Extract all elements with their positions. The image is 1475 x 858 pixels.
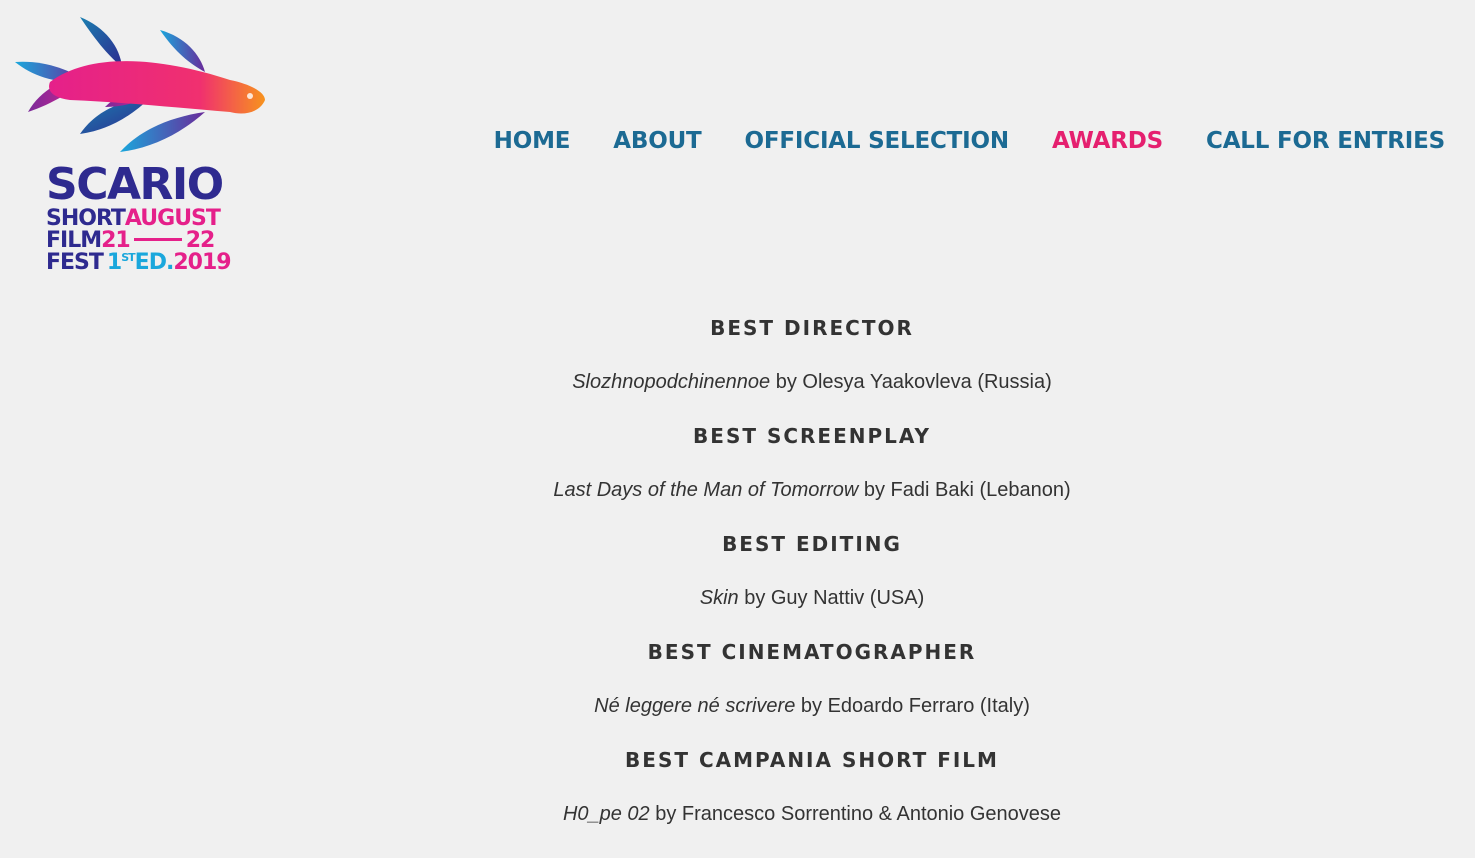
logo-dash [133,238,182,241]
award-category: BEST EDITING [722,532,902,556]
logo-edition-sup: ST [121,251,135,264]
page: SCARIO SHORT AUGUST FILM 21 22 FEST 1 ST… [0,0,1475,858]
award-category: BEST CINEMATOGRAPHER [647,640,977,664]
fish-logo-icon [15,17,265,152]
nav-about[interactable]: ABOUT [613,128,701,154]
logo-edition-num: 1 [106,250,122,275]
film-title: Né leggere né scrivere [594,695,796,717]
film-title: H0_pe 02 [562,803,650,825]
film-title: Skin [699,587,739,609]
award-best-screenplay: BEST SCREENPLAY Last Days of the Man of … [312,420,1312,528]
award-winner: Slozhnopodchinennoe by Olesya Yaakovleva… [312,344,1312,420]
awards-list: BEST DIRECTOR Slozhnopodchinennoe by Ole… [312,312,1312,852]
film-credit: by Guy Nattiv (USA) [738,587,925,609]
nav-awards[interactable]: AWARDS [1052,128,1163,154]
film-credit: by Edoardo Ferraro (Italy) [795,695,1030,717]
nav-home[interactable]: HOME [494,128,571,154]
logo-edition-suffix: ED. [134,250,175,275]
award-best-campania-short-film: BEST CAMPANIA SHORT FILM H0_pe 02 by Fra… [312,744,1312,852]
main-nav: HOME ABOUT OFFICIAL SELECTION AWARDS CAL… [494,128,1446,154]
award-best-editing: BEST EDITING Skin by Guy Nattiv (USA) [312,528,1312,636]
award-best-director: BEST DIRECTOR Slozhnopodchinennoe by Ole… [312,312,1312,420]
logo-wordmark: SCARIO SHORT AUGUST FILM 21 22 FEST 1 ST… [46,162,266,274]
award-best-cinematographer: BEST CINEMATOGRAPHER Né leggere né scriv… [312,636,1312,744]
film-credit: by Fadi Baki (Lebanon) [858,479,1071,501]
award-category: BEST DIRECTOR [710,316,914,340]
award-winner: Skin by Guy Nattiv (USA) [312,560,1312,636]
logo-day-end: 22 [185,228,216,253]
award-category: BEST CAMPANIA SHORT FILM [625,748,999,772]
award-category: BEST SCREENPLAY [693,424,931,448]
festival-logo[interactable]: SCARIO SHORT AUGUST FILM 21 22 FEST 1 ST… [10,12,270,280]
logo-fest: FEST [46,250,104,275]
nav-official-selection[interactable]: OFFICIAL SELECTION [745,128,1010,154]
logo-film: FILM [46,228,102,253]
logo-year: 2019 [173,250,231,275]
award-winner: H0_pe 02 by Francesco Sorrentino & Anton… [312,776,1312,852]
film-credit: by Francesco Sorrentino & Antonio Genove… [649,803,1062,825]
film-credit: by Olesya Yaakovleva (Russia) [770,371,1052,393]
logo-month: AUGUST [124,206,221,231]
award-winner: Last Days of the Man of Tomorrow by Fadi… [312,452,1312,528]
nav-call-for-entries[interactable]: CALL FOR ENTRIES [1206,128,1445,154]
logo-short: SHORT [46,206,126,231]
logo-title: SCARIO [46,159,224,210]
film-title: Slozhnopodchinennoe [572,371,771,393]
award-winner: Né leggere né scrivere by Edoardo Ferrar… [312,668,1312,744]
film-title: Last Days of the Man of Tomorrow [553,479,859,501]
